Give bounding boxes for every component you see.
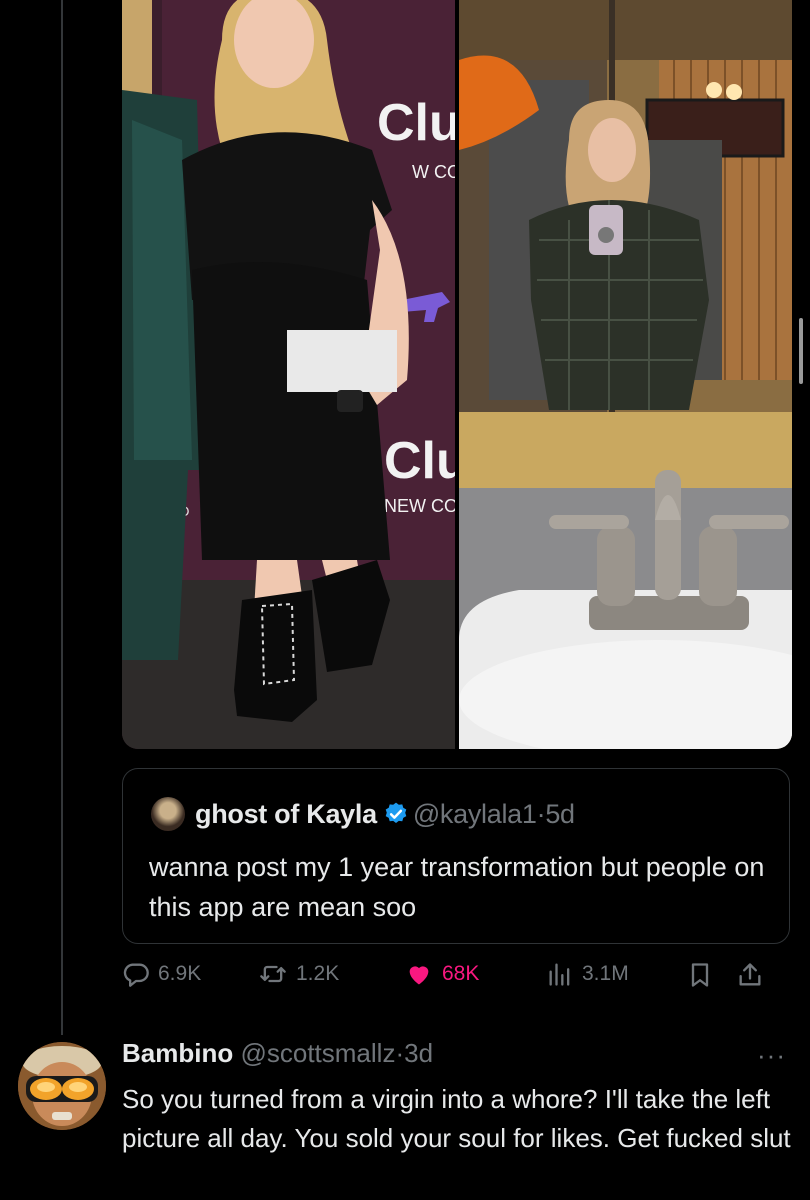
sign-text-2: W CO <box>412 162 455 182</box>
reply-button[interactable]: 6.9K <box>122 960 201 988</box>
quoted-tweet-header: ghost of Kayla @kaylala1·5d <box>195 799 575 830</box>
views-icon <box>549 963 570 986</box>
reply-text: So you turned from a virgin into a whore… <box>122 1084 791 1153</box>
views-button[interactable]: 3.1M <box>546 960 629 988</box>
reply-icon <box>123 963 149 987</box>
reply-header: Bambino @scottsmallz·3d <box>122 1038 433 1069</box>
more-options-button[interactable]: ··· <box>757 1040 786 1071</box>
tweet-action-bar: 6.9K 1.2K 68K 3.1M <box>122 952 802 1002</box>
reply-display-name[interactable]: Bambino <box>122 1038 233 1068</box>
media-photo-right[interactable] <box>459 0 792 749</box>
scrollbar-thumb[interactable] <box>799 318 803 384</box>
media-photo-left[interactable]: Clu W CO Clu NEW COM ED <box>122 0 455 749</box>
quoted-tweet-separator: · <box>536 799 546 829</box>
repost-button[interactable]: 1.2K <box>258 960 339 988</box>
reply-count: 6.9K <box>158 962 202 985</box>
reply-separator: · <box>395 1038 405 1068</box>
sign-text-4: NEW COM <box>384 496 455 516</box>
thread-connector-line <box>61 0 63 1035</box>
share-icon <box>739 963 761 986</box>
quoted-tweet-display-name[interactable]: ghost of Kayla <box>195 799 377 829</box>
like-button[interactable]: 68K <box>404 960 479 988</box>
like-count: 68K <box>442 962 480 985</box>
reply-handle[interactable]: @scottsmallz <box>240 1038 395 1068</box>
share-button[interactable] <box>736 960 764 990</box>
photo-after-illustration <box>459 0 792 749</box>
repost-count: 1.2K <box>296 962 340 985</box>
bookmark-icon <box>691 963 709 987</box>
quoted-tweet-handle[interactable]: @kaylala1 <box>413 799 537 829</box>
quoted-tweet-card[interactable]: ghost of Kayla @kaylala1·5d wanna post my… <box>122 768 790 944</box>
quoted-tweet-text: wanna post my 1 year transformation but … <box>149 852 765 922</box>
quoted-tweet-avatar[interactable] <box>151 797 185 831</box>
tweet-media[interactable]: Clu W CO Clu NEW COM ED <box>122 0 792 749</box>
sign-text-1: Clu <box>377 94 455 152</box>
views-count: 3.1M <box>582 962 629 985</box>
quoted-tweet-time[interactable]: 5d <box>545 799 575 829</box>
reply-avatar[interactable] <box>18 1042 106 1130</box>
sign-text-3: Clu <box>384 432 455 490</box>
photo-before-illustration: Clu W CO Clu NEW COM ED <box>122 0 455 749</box>
repost-icon <box>260 965 286 983</box>
avatar-image <box>18 1042 106 1130</box>
bookmark-button[interactable] <box>686 960 714 990</box>
verified-badge-icon <box>385 802 407 823</box>
heart-icon <box>409 966 429 985</box>
reply-time[interactable]: 3d <box>404 1038 433 1068</box>
